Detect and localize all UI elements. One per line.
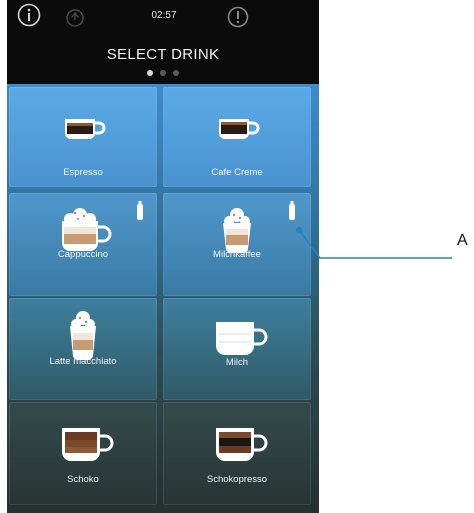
callout-pointer (296, 227, 452, 259)
callout-label: A (457, 232, 468, 249)
